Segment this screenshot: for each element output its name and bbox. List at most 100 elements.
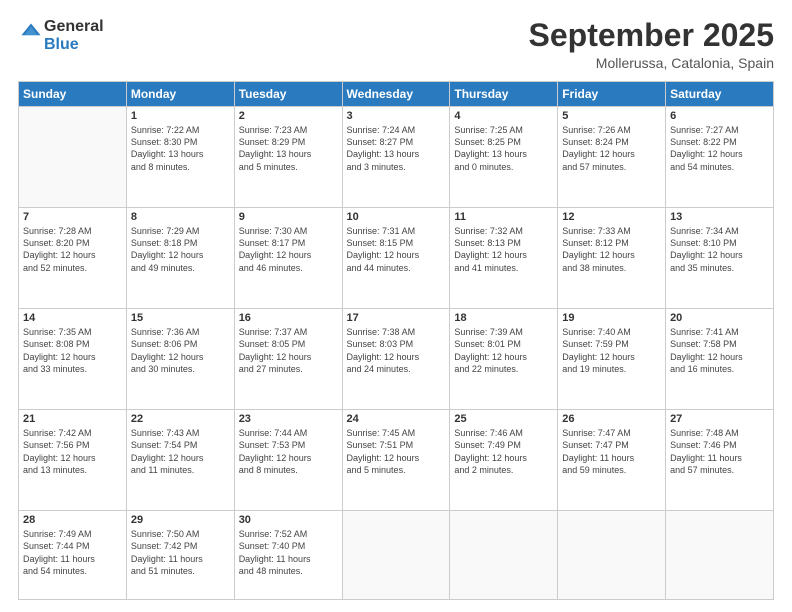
- day-number: 4: [454, 110, 553, 122]
- month-title: September 2025: [529, 18, 774, 53]
- day-number: 29: [131, 514, 230, 526]
- calendar-cell: [666, 511, 774, 600]
- day-number: 15: [131, 312, 230, 324]
- calendar-cell: 2 Sunrise: 7:23 AM Sunset: 8:29 PM Daylig…: [234, 107, 342, 208]
- day-number: 12: [562, 211, 661, 223]
- calendar-cell: 12Sunrise: 7:33 AM Sunset: 8:12 PM Dayli…: [558, 208, 666, 309]
- day-number: 19: [562, 312, 661, 324]
- day-number: 30: [239, 514, 338, 526]
- logo: General Blue: [18, 18, 104, 53]
- page: General Blue September 2025 Mollerussa, …: [0, 0, 792, 612]
- weekday-header-sunday: Sunday: [19, 82, 127, 107]
- calendar-cell: [558, 511, 666, 600]
- day-number: 20: [670, 312, 769, 324]
- calendar-cell: [342, 511, 450, 600]
- day-info: Sunrise: 7:23 AM Sunset: 8:29 PM Dayligh…: [239, 124, 338, 173]
- day-info: Sunrise: 7:47 AM Sunset: 7:47 PM Dayligh…: [562, 427, 661, 476]
- day-info: Sunrise: 7:48 AM Sunset: 7:46 PM Dayligh…: [670, 427, 769, 476]
- weekday-header-friday: Friday: [558, 82, 666, 107]
- week-row-4: 28Sunrise: 7:49 AM Sunset: 7:44 PM Dayli…: [19, 511, 774, 600]
- calendar-cell: 1 Sunrise: 7:22 AM Sunset: 8:30 PM Daylig…: [126, 107, 234, 208]
- day-info: Sunrise: 7:44 AM Sunset: 7:53 PM Dayligh…: [239, 427, 338, 476]
- logo-icon: [20, 22, 42, 44]
- day-info: Sunrise: 7:37 AM Sunset: 8:05 PM Dayligh…: [239, 326, 338, 375]
- day-number: 3: [347, 110, 446, 122]
- day-info: Sunrise: 7:49 AM Sunset: 7:44 PM Dayligh…: [23, 528, 122, 577]
- day-info: Sunrise: 7:32 AM Sunset: 8:13 PM Dayligh…: [454, 225, 553, 274]
- day-number: 6: [670, 110, 769, 122]
- day-info: Sunrise: 7:28 AM Sunset: 8:20 PM Dayligh…: [23, 225, 122, 274]
- calendar-cell: 27 Sunrise: 7:48 AM Sunset: 7:46 PM Dayli…: [666, 410, 774, 511]
- calendar-cell: 16Sunrise: 7:37 AM Sunset: 8:05 PM Dayli…: [234, 309, 342, 410]
- day-info: Sunrise: 7:46 AM Sunset: 7:49 PM Dayligh…: [454, 427, 553, 476]
- weekday-header-wednesday: Wednesday: [342, 82, 450, 107]
- calendar-cell: 14 Sunrise: 7:35 AM Sunset: 8:08 PM Dayli…: [19, 309, 127, 410]
- weekday-header-saturday: Saturday: [666, 82, 774, 107]
- calendar-cell: 30 Sunrise: 7:52 AM Sunset: 7:40 PM Dayli…: [234, 511, 342, 600]
- logo-general: General: [44, 18, 104, 36]
- calendar-cell: 24Sunrise: 7:45 AM Sunset: 7:51 PM Dayli…: [342, 410, 450, 511]
- weekday-header-tuesday: Tuesday: [234, 82, 342, 107]
- day-number: 10: [347, 211, 446, 223]
- day-number: 13: [670, 211, 769, 223]
- calendar-cell: [19, 107, 127, 208]
- day-info: Sunrise: 7:40 AM Sunset: 7:59 PM Dayligh…: [562, 326, 661, 375]
- day-info: Sunrise: 7:25 AM Sunset: 8:25 PM Dayligh…: [454, 124, 553, 173]
- day-number: 1: [131, 110, 230, 122]
- calendar-cell: 3Sunrise: 7:24 AM Sunset: 8:27 PM Daylig…: [342, 107, 450, 208]
- day-info: Sunrise: 7:52 AM Sunset: 7:40 PM Dayligh…: [239, 528, 338, 577]
- calendar-cell: [450, 511, 558, 600]
- day-info: Sunrise: 7:43 AM Sunset: 7:54 PM Dayligh…: [131, 427, 230, 476]
- day-info: Sunrise: 7:39 AM Sunset: 8:01 PM Dayligh…: [454, 326, 553, 375]
- week-row-2: 14 Sunrise: 7:35 AM Sunset: 8:08 PM Dayli…: [19, 309, 774, 410]
- day-number: 22: [131, 413, 230, 425]
- day-number: 9: [239, 211, 338, 223]
- day-number: 14: [23, 312, 122, 324]
- day-info: Sunrise: 7:34 AM Sunset: 8:10 PM Dayligh…: [670, 225, 769, 274]
- calendar-cell: 26 Sunrise: 7:47 AM Sunset: 7:47 PM Dayli…: [558, 410, 666, 511]
- day-info: Sunrise: 7:22 AM Sunset: 8:30 PM Dayligh…: [131, 124, 230, 173]
- header: General Blue September 2025 Mollerussa, …: [18, 18, 774, 71]
- day-info: Sunrise: 7:29 AM Sunset: 8:18 PM Dayligh…: [131, 225, 230, 274]
- calendar-cell: 5 Sunrise: 7:26 AM Sunset: 8:24 PM Daylig…: [558, 107, 666, 208]
- day-number: 17: [347, 312, 446, 324]
- week-row-3: 21 Sunrise: 7:42 AM Sunset: 7:56 PM Dayli…: [19, 410, 774, 511]
- day-number: 27: [670, 413, 769, 425]
- calendar-cell: 4 Sunrise: 7:25 AM Sunset: 8:25 PM Daylig…: [450, 107, 558, 208]
- calendar-cell: 7Sunrise: 7:28 AM Sunset: 8:20 PM Daylig…: [19, 208, 127, 309]
- day-info: Sunrise: 7:30 AM Sunset: 8:17 PM Dayligh…: [239, 225, 338, 274]
- weekday-header-thursday: Thursday: [450, 82, 558, 107]
- day-number: 26: [562, 413, 661, 425]
- day-info: Sunrise: 7:27 AM Sunset: 8:22 PM Dayligh…: [670, 124, 769, 173]
- calendar-cell: 22 Sunrise: 7:43 AM Sunset: 7:54 PM Dayli…: [126, 410, 234, 511]
- week-row-1: 7Sunrise: 7:28 AM Sunset: 8:20 PM Daylig…: [19, 208, 774, 309]
- calendar-cell: 9 Sunrise: 7:30 AM Sunset: 8:17 PM Daylig…: [234, 208, 342, 309]
- calendar-cell: 23 Sunrise: 7:44 AM Sunset: 7:53 PM Dayli…: [234, 410, 342, 511]
- weekday-header-row: SundayMondayTuesdayWednesdayThursdayFrid…: [19, 82, 774, 107]
- calendar-cell: 10Sunrise: 7:31 AM Sunset: 8:15 PM Dayli…: [342, 208, 450, 309]
- title-block: September 2025 Mollerussa, Catalonia, Sp…: [529, 18, 774, 71]
- calendar-cell: 20Sunrise: 7:41 AM Sunset: 7:58 PM Dayli…: [666, 309, 774, 410]
- day-number: 24: [347, 413, 446, 425]
- day-info: Sunrise: 7:50 AM Sunset: 7:42 PM Dayligh…: [131, 528, 230, 577]
- calendar-cell: 8 Sunrise: 7:29 AM Sunset: 8:18 PM Daylig…: [126, 208, 234, 309]
- calendar-cell: 19 Sunrise: 7:40 AM Sunset: 7:59 PM Dayli…: [558, 309, 666, 410]
- day-info: Sunrise: 7:42 AM Sunset: 7:56 PM Dayligh…: [23, 427, 122, 476]
- day-number: 23: [239, 413, 338, 425]
- calendar-cell: 6 Sunrise: 7:27 AM Sunset: 8:22 PM Daylig…: [666, 107, 774, 208]
- day-info: Sunrise: 7:35 AM Sunset: 8:08 PM Dayligh…: [23, 326, 122, 375]
- day-info: Sunrise: 7:26 AM Sunset: 8:24 PM Dayligh…: [562, 124, 661, 173]
- day-number: 2: [239, 110, 338, 122]
- calendar-cell: 21 Sunrise: 7:42 AM Sunset: 7:56 PM Dayli…: [19, 410, 127, 511]
- calendar-cell: 25Sunrise: 7:46 AM Sunset: 7:49 PM Dayli…: [450, 410, 558, 511]
- day-number: 21: [23, 413, 122, 425]
- calendar-cell: 11Sunrise: 7:32 AM Sunset: 8:13 PM Dayli…: [450, 208, 558, 309]
- day-info: Sunrise: 7:36 AM Sunset: 8:06 PM Dayligh…: [131, 326, 230, 375]
- day-number: 8: [131, 211, 230, 223]
- calendar-cell: 29 Sunrise: 7:50 AM Sunset: 7:42 PM Dayli…: [126, 511, 234, 600]
- calendar-cell: 17Sunrise: 7:38 AM Sunset: 8:03 PM Dayli…: [342, 309, 450, 410]
- day-number: 5: [562, 110, 661, 122]
- logo-blue: Blue: [44, 36, 104, 54]
- location: Mollerussa, Catalonia, Spain: [529, 55, 774, 71]
- calendar-cell: 28Sunrise: 7:49 AM Sunset: 7:44 PM Dayli…: [19, 511, 127, 600]
